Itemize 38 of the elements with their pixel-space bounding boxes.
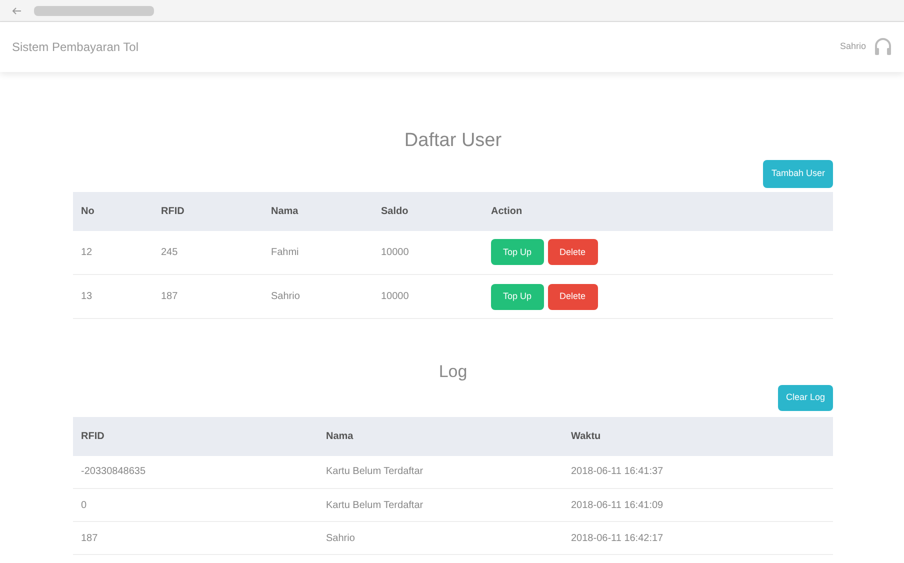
table-cell: Sahrio [318, 522, 563, 554]
table-cell: 187 [73, 522, 318, 554]
brand-title[interactable]: Sistem Pembayaran Tol [12, 38, 139, 56]
table-cell: Kartu Belum Terdaftar [318, 456, 563, 488]
table-cell: Kartu Belum Terdaftar [318, 488, 563, 522]
headset-icon[interactable] [874, 37, 892, 57]
section-title: Daftar User [404, 129, 502, 153]
address-bar[interactable] [34, 6, 154, 16]
column-header: Saldo [373, 192, 483, 230]
clear-log-button[interactable]: Clear Log [778, 384, 833, 410]
table-cell: 2018-06-11 16:41:37 [563, 456, 833, 488]
column-header: Nama [318, 416, 563, 456]
column-header: Nama [263, 192, 373, 230]
delete-button[interactable]: Delete [548, 239, 598, 266]
column-header: Waktu [563, 416, 833, 456]
table-cell: 245 [153, 230, 263, 274]
table-cell: Sahrio [263, 274, 373, 318]
top-up-button[interactable]: Top Up [491, 239, 544, 266]
column-header: RFID [73, 416, 318, 456]
table-cell: 13 [73, 274, 153, 318]
delete-button[interactable]: Delete [548, 284, 598, 310]
table-cell: 0 [73, 488, 318, 522]
table-cell: 12 [73, 230, 153, 274]
back-icon[interactable] [12, 6, 22, 16]
column-header: RFID [153, 192, 263, 230]
add-user-button[interactable]: Tambah User [763, 160, 833, 188]
table-cell: -20330848635 [73, 456, 318, 488]
top-up-button[interactable]: Top Up [491, 284, 544, 310]
table-cell: 10000 [373, 274, 483, 318]
column-header: No [73, 192, 153, 230]
table-cell: 2018-06-11 16:42:17 [563, 522, 833, 554]
table-cell: Fahmi [263, 230, 373, 274]
table-cell: 2018-06-11 16:41:09 [563, 488, 833, 522]
section-title: Log [438, 361, 468, 383]
table-cell: 187 [153, 274, 263, 318]
user-name: Sahrio [840, 40, 866, 54]
table-cell: 10000 [373, 230, 483, 274]
column-header: Action [483, 192, 833, 230]
